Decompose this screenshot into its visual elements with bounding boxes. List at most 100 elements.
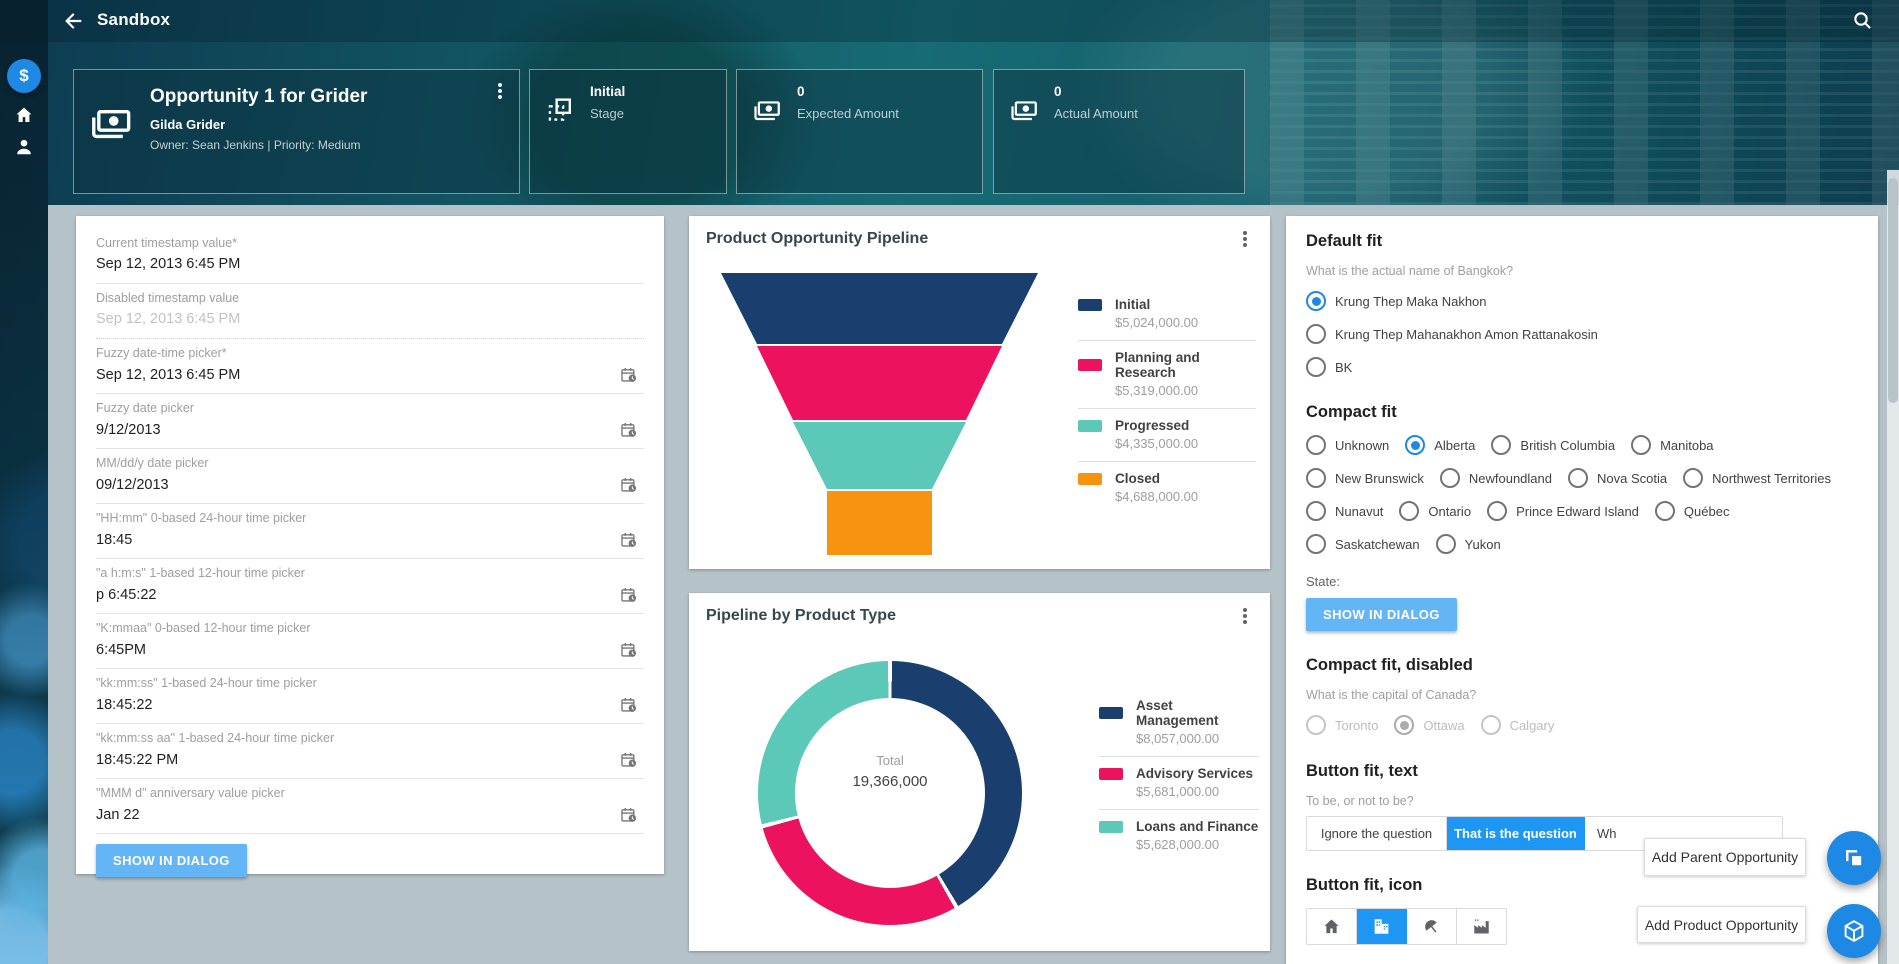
radio-circle-icon[interactable] — [1306, 501, 1326, 521]
radio-circle-icon[interactable] — [1306, 291, 1326, 311]
opportunity-menu-kebab-icon[interactable] — [491, 82, 509, 100]
picker-value[interactable]: 09/12/2013 — [96, 477, 169, 493]
compact-fit-show-in-dialog-button[interactable]: SHOW IN DIALOG — [1306, 598, 1457, 631]
radio-option-nova-scotia[interactable]: Nova Scotia — [1568, 468, 1667, 488]
legend-item[interactable]: Loans and Finance$5,628,000.00 — [1099, 809, 1259, 862]
picker-field[interactable]: "MMM d" anniversary value pickerJan 22 — [96, 779, 644, 834]
picker-value[interactable]: 18:45:22 — [96, 697, 152, 713]
radio-circle-icon[interactable] — [1683, 468, 1703, 488]
sidebar-item-opportunities[interactable]: $ — [7, 59, 41, 93]
funnel-segment-progressed[interactable] — [721, 422, 1038, 489]
search-icon[interactable] — [1852, 10, 1873, 31]
radio-option-ontario[interactable]: Ontario — [1399, 501, 1471, 521]
picker-field[interactable]: MM/dd/y date picker09/12/2013 — [96, 449, 644, 504]
picker-value[interactable]: 6:45PM — [96, 642, 146, 658]
picker-field[interactable]: Fuzzy date-time picker*Sep 12, 2013 6:45… — [96, 339, 644, 394]
radio-circle-icon[interactable] — [1306, 468, 1326, 488]
radio-option-new-brunswick[interactable]: New Brunswick — [1306, 468, 1424, 488]
calendar-clock-icon[interactable] — [620, 696, 638, 714]
calendar-clock-icon[interactable] — [620, 366, 638, 384]
radio-option-alberta[interactable]: Alberta — [1405, 435, 1475, 455]
text-toggle-ignore-the-question[interactable]: Ignore the question — [1307, 817, 1447, 850]
add-parent-opportunity-chip[interactable]: Add Parent Opportunity — [1644, 838, 1806, 876]
radio-option-krung-thep-mahanakhon-amon-rattanakosin[interactable]: Krung Thep Mahanakhon Amon Rattanakosin — [1306, 324, 1858, 344]
radio-circle-icon[interactable] — [1306, 534, 1326, 554]
add-product-opportunity-fab[interactable] — [1827, 904, 1881, 958]
icon-toggle-building-icon[interactable] — [1357, 909, 1407, 944]
radio-option-manitoba[interactable]: Manitoba — [1631, 435, 1713, 455]
radio-circle-icon[interactable] — [1436, 534, 1456, 554]
picker-value[interactable]: 9/12/2013 — [96, 422, 161, 438]
radio-option-northwest-territories[interactable]: Northwest Territories — [1683, 468, 1831, 488]
legend-item[interactable]: Advisory Services$5,681,000.00 — [1099, 756, 1259, 809]
radio-option-saskatchewan[interactable]: Saskatchewan — [1306, 534, 1420, 554]
add-parent-opportunity-fab[interactable] — [1827, 831, 1881, 885]
radio-circle-icon[interactable] — [1306, 435, 1326, 455]
calendar-clock-icon[interactable] — [620, 586, 638, 604]
radio-circle-icon[interactable] — [1399, 501, 1419, 521]
radio-circle-icon[interactable] — [1306, 357, 1326, 377]
radio-option-british-columbia[interactable]: British Columbia — [1491, 435, 1615, 455]
picker-value[interactable]: p 6:45:22 — [96, 587, 156, 603]
add-product-opportunity-chip[interactable]: Add Product Opportunity — [1637, 906, 1806, 943]
calendar-clock-icon[interactable] — [620, 531, 638, 549]
radio-circle-icon[interactable] — [1568, 468, 1588, 488]
legend-item[interactable]: Planning and Research$5,319,000.00 — [1078, 340, 1256, 408]
radio-circle-icon[interactable] — [1655, 501, 1675, 521]
icon-toggle-factory-icon[interactable] — [1457, 909, 1506, 944]
calendar-clock-icon[interactable] — [620, 476, 638, 494]
stat-card-actual-amount[interactable]: 0Actual Amount — [993, 69, 1245, 194]
donut-chart[interactable] — [758, 661, 1022, 925]
radio-circle-icon[interactable] — [1631, 435, 1651, 455]
funnel-menu-kebab-icon[interactable] — [1236, 230, 1254, 248]
radio-circle-icon[interactable] — [1440, 468, 1460, 488]
opportunity-card[interactable]: Opportunity 1 for Grider Gilda Grider Ow… — [73, 69, 520, 194]
picker-field[interactable]: Fuzzy date picker9/12/2013 — [96, 394, 644, 449]
radio-option-nunavut[interactable]: Nunavut — [1306, 501, 1383, 521]
picker-field[interactable]: Current timestamp value*Sep 12, 2013 6:4… — [96, 229, 644, 284]
legend-item[interactable]: Asset Management$8,057,000.00 — [1099, 689, 1259, 756]
funnel-chart[interactable] — [721, 273, 1038, 555]
radio-option-yukon[interactable]: Yukon — [1436, 534, 1501, 554]
page-scrollbar-thumb[interactable] — [1888, 178, 1898, 403]
icon-toggle-home-icon[interactable] — [1307, 909, 1357, 944]
menu-icon[interactable] — [12, 10, 36, 34]
sidebar-item-home[interactable] — [7, 98, 41, 132]
picker-field[interactable]: "HH:mm" 0-based 24-hour time picker18:45 — [96, 504, 644, 559]
picker-field[interactable]: "kk:mm:ss aa" 1-based 24-hour time picke… — [96, 724, 644, 779]
pickers-show-in-dialog-button[interactable]: SHOW IN DIALOG — [96, 844, 247, 877]
picker-field[interactable]: "K:mmaa" 0-based 12-hour time picker6:45… — [96, 614, 644, 669]
radio-circle-icon[interactable] — [1306, 324, 1326, 344]
radio-option-newfoundland[interactable]: Newfoundland — [1440, 468, 1552, 488]
picker-value[interactable]: Jan 22 — [96, 807, 140, 823]
picker-value[interactable]: Sep 12, 2013 6:45 PM — [96, 367, 240, 383]
sidebar-item-profile[interactable] — [7, 130, 41, 164]
legend-item[interactable]: Progressed$4,335,000.00 — [1078, 408, 1256, 461]
calendar-clock-icon[interactable] — [620, 421, 638, 439]
radio-option-unknown[interactable]: Unknown — [1306, 435, 1389, 455]
radio-circle-icon[interactable] — [1487, 501, 1507, 521]
stat-card-stage[interactable]: InitialStage — [529, 69, 727, 194]
calendar-clock-icon[interactable] — [620, 641, 638, 659]
funnel-segment-planning-and-research[interactable] — [721, 346, 1038, 420]
radio-option-qu-bec[interactable]: Québec — [1655, 501, 1730, 521]
legend-item[interactable]: Initial$5,024,000.00 — [1078, 288, 1256, 340]
stat-card-expected-amount[interactable]: 0Expected Amount — [736, 69, 983, 194]
text-toggle-that-is-the-question[interactable]: That is the question — [1447, 817, 1585, 850]
icon-toggle-umbrella-icon[interactable] — [1407, 909, 1457, 944]
picker-value[interactable]: 18:45 — [96, 532, 132, 548]
funnel-segment-closed[interactable] — [827, 491, 932, 555]
picker-value[interactable]: Sep 12, 2013 6:45 PM — [96, 256, 240, 272]
radio-option-prince-edward-island[interactable]: Prince Edward Island — [1487, 501, 1639, 521]
picker-field[interactable]: "a h:m:s" 1-based 12-hour time pickerp 6… — [96, 559, 644, 614]
back-arrow-icon[interactable] — [62, 10, 84, 32]
legend-item[interactable]: Closed$4,688,000.00 — [1078, 461, 1256, 514]
page-scrollbar[interactable] — [1887, 170, 1899, 964]
picker-value[interactable]: 18:45:22 PM — [96, 752, 178, 768]
donut-menu-kebab-icon[interactable] — [1236, 607, 1254, 625]
radio-option-bk[interactable]: BK — [1306, 357, 1858, 377]
funnel-segment-initial[interactable] — [721, 273, 1038, 344]
radio-circle-icon[interactable] — [1405, 435, 1425, 455]
radio-circle-icon[interactable] — [1491, 435, 1511, 455]
picker-field[interactable]: "kk:mm:ss" 1-based 24-hour time picker18… — [96, 669, 644, 724]
